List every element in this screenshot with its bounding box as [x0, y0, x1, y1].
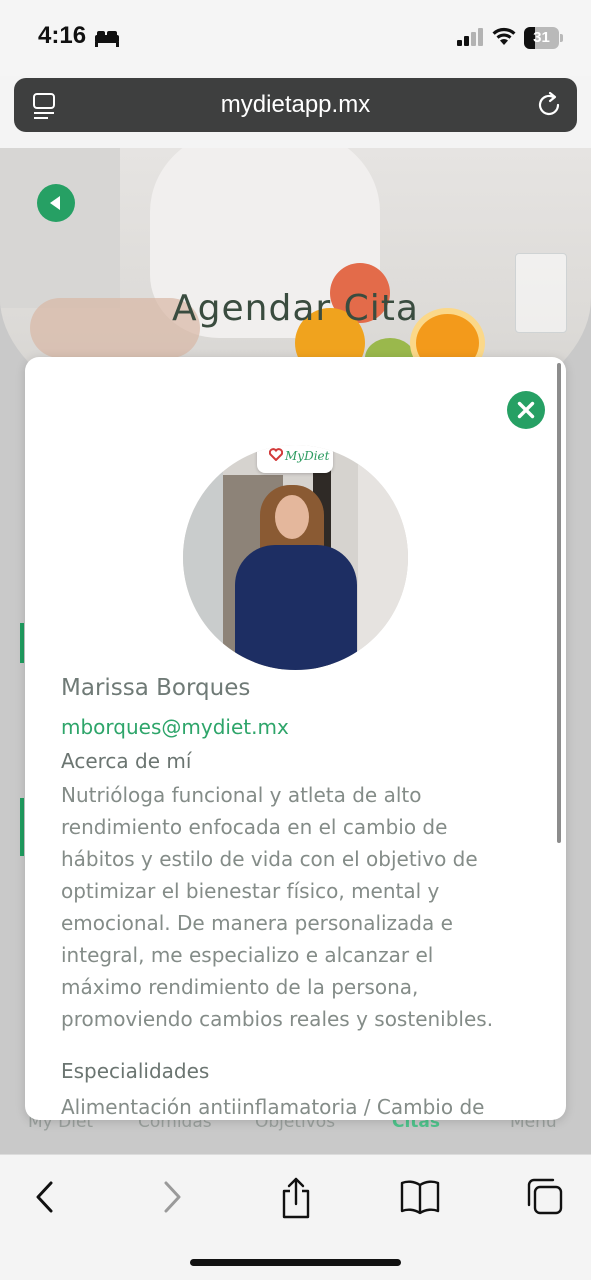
url-text[interactable]: mydietapp.mx [14, 78, 577, 132]
modal-scrollbar[interactable] [557, 363, 561, 843]
about-heading: Acerca de mí [61, 749, 192, 773]
sleep-focus-icon [95, 31, 119, 47]
background-card-edge [20, 798, 24, 856]
battery-percent: 31 [533, 29, 550, 46]
about-text: Nutrióloga funcional y atleta de alto re… [61, 779, 541, 1035]
forward-icon[interactable] [157, 1177, 187, 1217]
logo-text: MyDiet [285, 449, 330, 463]
page-title: Agendar Cita [172, 288, 419, 329]
back-icon[interactable] [30, 1177, 60, 1217]
specialties-heading: Especialidades [61, 1059, 210, 1083]
nutritionist-email[interactable]: mborques@mydiet.mx [61, 715, 289, 739]
close-icon [517, 401, 535, 419]
heart-logo-icon [269, 448, 283, 461]
close-button[interactable] [507, 391, 545, 429]
about-line: hábitos y estilo de vida con el objetivo… [61, 847, 478, 871]
address-bar[interactable]: mydietapp.mx [14, 78, 577, 132]
status-time: 4:16 [38, 22, 87, 49]
about-line: Nutrióloga funcional y atleta de alto [61, 783, 422, 807]
about-line: integral, me especializo e alcanzar el [61, 943, 434, 967]
battery-indicator: 31 [524, 27, 563, 49]
home-indicator [190, 1259, 401, 1266]
specialties-text: Alimentación antiinflamatoria / Cambio d… [61, 1095, 485, 1119]
about-line: emocional. De manera personalizada e [61, 911, 453, 935]
share-icon[interactable] [278, 1177, 314, 1219]
reload-icon[interactable] [536, 91, 564, 119]
about-line: promoviendo cambios reales y sostenibles… [61, 1007, 494, 1031]
cellular-signal-icon [457, 28, 483, 46]
back-arrow-icon[interactable] [37, 184, 75, 222]
bookmarks-icon[interactable] [399, 1177, 441, 1217]
tabs-icon[interactable] [525, 1177, 565, 1217]
nutritionist-name: Marissa Borques [61, 675, 251, 701]
about-line: optimizar el bienestar físico, mental y [61, 879, 440, 903]
nutritionist-photo: MyDiet [183, 445, 408, 670]
status-bar: 4:16 31 [0, 0, 591, 76]
about-line: rendimiento enfocada en el cambio de [61, 815, 448, 839]
nutritionist-profile-modal: MyDiet Marissa Borques mborques@mydiet.m… [25, 357, 566, 1120]
about-line: máximo rendimiento de la persona, [61, 975, 419, 999]
wifi-icon [492, 27, 516, 45]
background-card-edge [20, 623, 24, 663]
mydiet-logo: MyDiet [257, 445, 333, 473]
